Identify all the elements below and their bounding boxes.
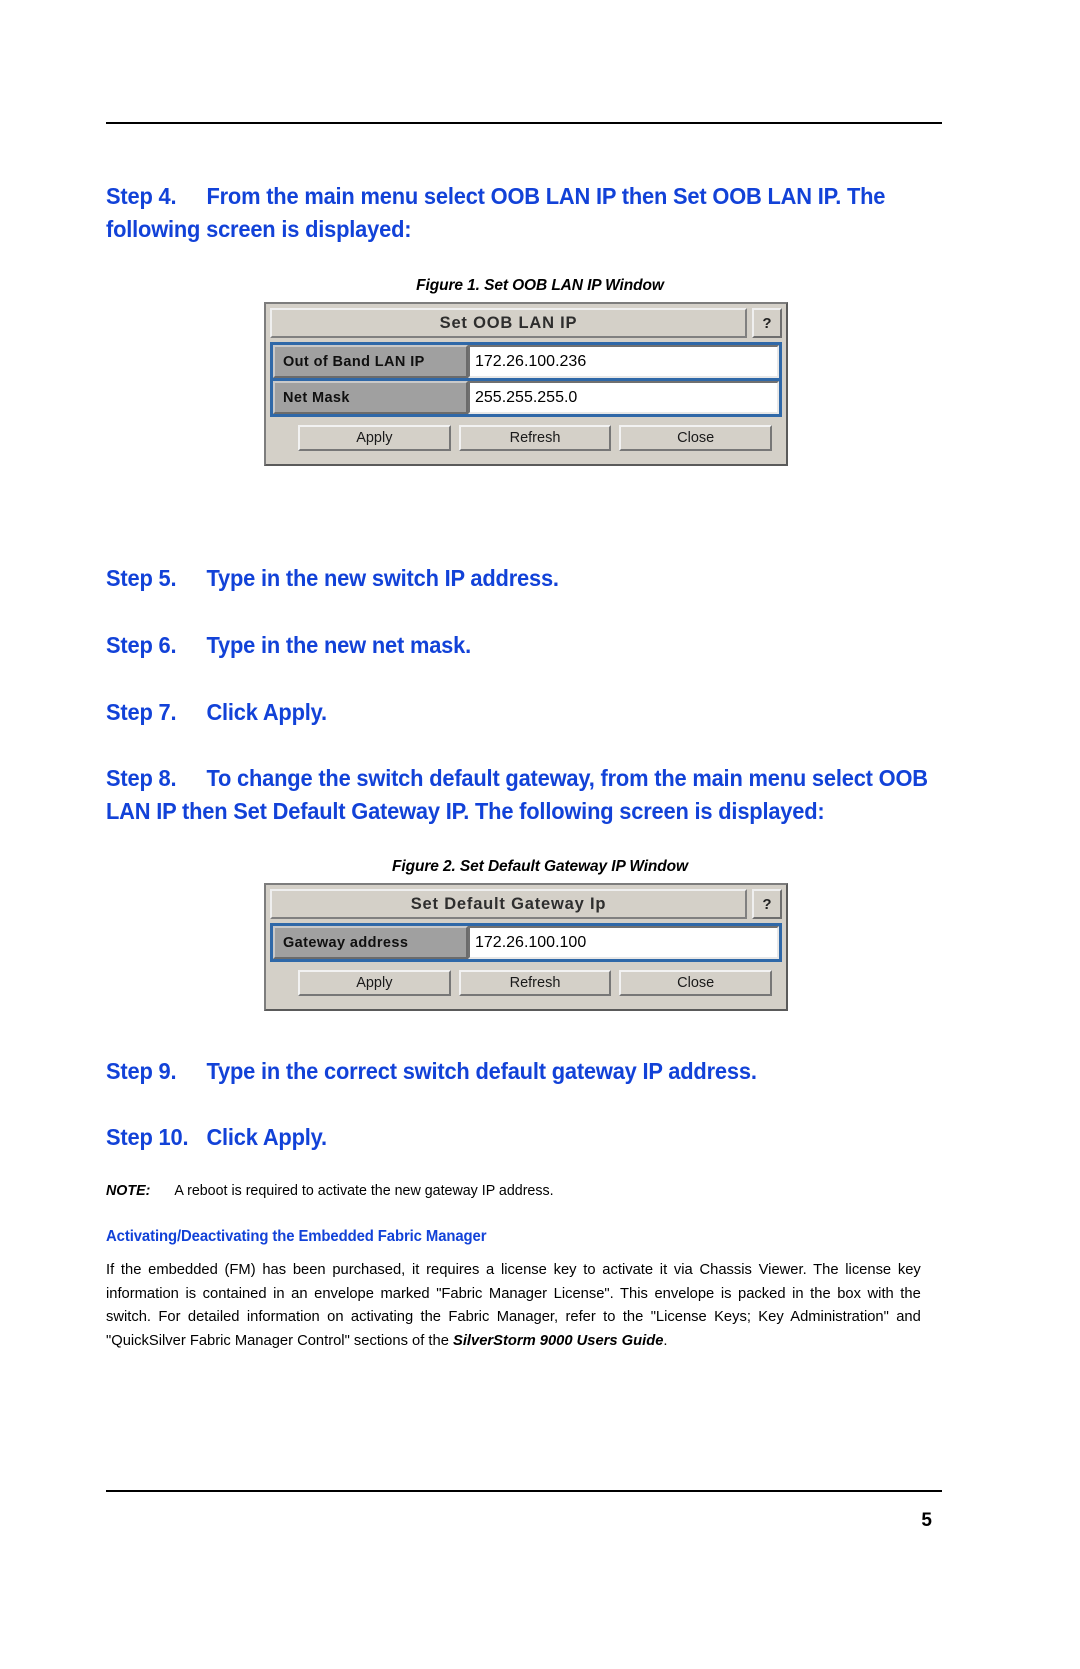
figure-1-caption: Figure 1. Set OOB LAN IP Window (416, 277, 664, 294)
gateway-address-input[interactable]: 172.26.100.100 (468, 926, 779, 959)
guide-title-emphasis: SilverStorm 9000 Users Guide (452, 1331, 664, 1349)
step-6-text: Type in the new net mask. (206, 632, 472, 658)
step-8: Step 8. To change the switch default gate… (106, 762, 962, 828)
footer-rule (106, 1490, 942, 1492)
step-7: Step 7. Click Apply. (106, 696, 327, 729)
page-number: 5 (921, 1510, 932, 1531)
step-5: Step 5. Type in the new switch IP address… (106, 562, 559, 595)
paragraph-text-post: . (663, 1331, 668, 1349)
note-block: NOTE: A reboot is required to activate th… (106, 1182, 900, 1199)
net-mask-input[interactable]: 255.255.255.0 (468, 381, 779, 414)
step-9-label: Step 9. (106, 1058, 177, 1084)
set-oob-lan-ip-dialog: Set OOB LAN IP ? Out of Band LAN IP 172.… (264, 302, 788, 466)
step-4: Step 4. From the main menu select OOB LAN… (106, 180, 962, 246)
form-row: Gateway address 172.26.100.100 (273, 926, 779, 959)
step-10: Step 10. Click Apply. (106, 1121, 327, 1154)
section-heading: Activating/Deactivating the Embedded Fab… (106, 1228, 487, 1245)
out-of-band-lan-ip-label: Out of Band LAN IP (273, 345, 468, 378)
step-7-label: Step 7. (106, 699, 177, 725)
net-mask-label: Net Mask (273, 381, 468, 414)
dialog-button-row: Apply Refresh Close (270, 417, 782, 460)
step-8-text: To change the switch default gateway, fr… (106, 765, 928, 824)
figure-2-caption: Figure 2. Set Default Gateway IP Window (392, 858, 688, 875)
refresh-button[interactable]: Refresh (458, 970, 612, 996)
dialog-titlebar: Set Default Gateway Ip ? (270, 889, 782, 919)
apply-button[interactable]: Apply (298, 970, 451, 996)
step-5-label: Step 5. (106, 565, 177, 591)
dialog-titlebar: Set OOB LAN IP ? (270, 308, 782, 338)
step-4-label: Step 4. (106, 183, 177, 209)
step-8-label: Step 8. (106, 765, 177, 791)
dialog-title: Set Default Gateway Ip (270, 889, 747, 919)
out-of-band-lan-ip-input[interactable]: 172.26.100.236 (468, 345, 779, 378)
header-rule (106, 122, 942, 124)
help-icon[interactable]: ? (752, 308, 782, 338)
step-6-label: Step 6. (106, 632, 177, 658)
step-7-text: Click Apply. (206, 699, 327, 725)
dialog-form: Out of Band LAN IP 172.26.100.236 Net Ma… (270, 342, 782, 417)
step-5-text: Type in the new switch IP address. (206, 565, 559, 591)
step-10-label: Step 10. (106, 1124, 189, 1150)
close-button[interactable]: Close (619, 970, 773, 996)
step-9: Step 9. Type in the correct switch defaul… (106, 1055, 757, 1088)
dialog-title: Set OOB LAN IP (270, 308, 747, 338)
step-9-text: Type in the correct switch default gatew… (206, 1058, 757, 1084)
form-row: Net Mask 255.255.255.0 (273, 381, 779, 414)
refresh-button[interactable]: Refresh (458, 425, 612, 451)
dialog-button-row: Apply Refresh Close (270, 962, 782, 1005)
step-6: Step 6. Type in the new net mask. (106, 629, 471, 662)
dialog-form: Gateway address 172.26.100.100 (270, 923, 782, 962)
step-10-text: Click Apply. (206, 1124, 327, 1150)
step-4-text: From the main menu select OOB LAN IP the… (106, 183, 886, 242)
form-row: Out of Band LAN IP 172.26.100.236 (273, 345, 779, 378)
help-icon[interactable]: ? (752, 889, 782, 919)
document-page: Step 4. From the main menu select OOB LAN… (0, 0, 1080, 1669)
section-paragraph: If the embedded (FM) has been purchased,… (106, 1258, 921, 1352)
note-label: NOTE: (106, 1182, 151, 1199)
gateway-address-label: Gateway address (273, 926, 468, 959)
set-default-gateway-ip-dialog: Set Default Gateway Ip ? Gateway address… (264, 883, 788, 1011)
apply-button[interactable]: Apply (298, 425, 451, 451)
note-text: A reboot is required to activate the new… (174, 1182, 554, 1199)
close-button[interactable]: Close (619, 425, 773, 451)
